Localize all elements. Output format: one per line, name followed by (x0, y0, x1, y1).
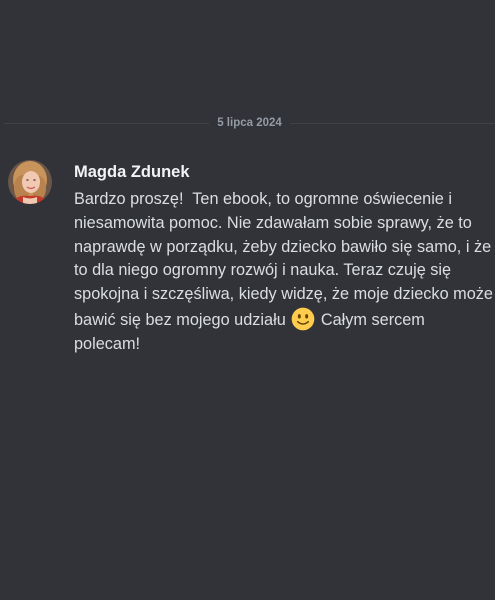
slightly-smiling-face-icon (291, 307, 315, 331)
divider-line-right (289, 122, 495, 124)
message-body: Magda Zdunek Bardzo proszę! Ten ebook, t… (74, 160, 494, 357)
message-content: Bardzo proszę! Ten ebook, to ogromne ośw… (74, 188, 494, 357)
avatar-photo (8, 160, 52, 204)
date-divider: 5 lipca 2024 (4, 115, 495, 131)
message-text-part-1: Bardzo proszę! Ten ebook, to ogromne ośw… (74, 190, 493, 329)
avatar[interactable] (8, 160, 52, 204)
message-author[interactable]: Magda Zdunek (74, 160, 190, 184)
divider-date: 5 lipca 2024 (217, 117, 282, 129)
divider-line-left (4, 122, 210, 124)
